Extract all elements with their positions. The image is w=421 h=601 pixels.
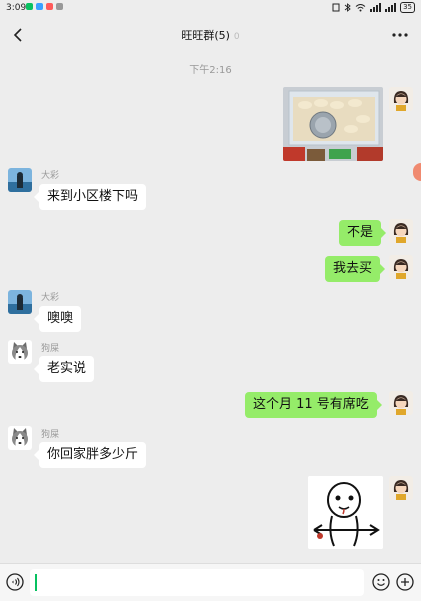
husky-avatar-image — [8, 426, 32, 450]
message-bubble[interactable]: 这个月 11 号有席吃 — [245, 392, 382, 418]
message-input[interactable] — [30, 569, 364, 596]
image-message[interactable] — [283, 87, 383, 161]
notification-icons — [26, 3, 63, 10]
sender-avatar[interactable] — [8, 290, 32, 314]
status-bar: 3:09 35 — [0, 0, 421, 18]
floating-side-tab[interactable] — [413, 163, 421, 181]
wifi-icon — [355, 4, 366, 12]
message-timestamp: 下午2:16 — [189, 65, 232, 76]
mute-indicator: 0 — [233, 32, 240, 42]
text-cursor — [35, 574, 37, 591]
voice-button[interactable] — [6, 573, 24, 591]
sender-avatar[interactable] — [8, 340, 32, 364]
message-bubble[interactable]: 老实说 — [33, 356, 95, 382]
app-notification-icon — [46, 3, 53, 10]
app-notification-icon — [56, 3, 63, 10]
message-bubble[interactable]: 我去买 — [325, 256, 386, 282]
landscape-avatar-image — [8, 168, 32, 192]
girl-avatar-image — [389, 255, 413, 279]
food-photo — [283, 87, 383, 161]
stickman-arrow-sticker — [308, 476, 383, 549]
girl-avatar-image — [389, 476, 413, 500]
signal-icon — [385, 3, 397, 12]
sender-name: 大彩 — [41, 293, 60, 303]
app-notification-icon — [36, 3, 43, 10]
wechat-notification-icon — [26, 3, 33, 10]
sender-name: 大彩 — [41, 171, 60, 181]
message-bubble[interactable]: 你回家胖多少斤 — [33, 442, 147, 468]
sticker-message[interactable] — [308, 476, 383, 549]
alarm-icon — [332, 3, 340, 12]
chat-header: 旺旺群(5) 0 — [0, 18, 421, 52]
sender-name: 狗屎 — [41, 344, 60, 354]
husky-avatar-image — [8, 340, 32, 364]
girl-avatar-image — [389, 219, 413, 243]
sender-avatar[interactable] — [8, 168, 32, 192]
more-button[interactable] — [389, 24, 411, 46]
plus-icon — [396, 573, 414, 591]
my-avatar[interactable] — [389, 219, 413, 243]
status-time: 3:09 — [6, 3, 27, 13]
my-avatar[interactable] — [389, 476, 413, 500]
sender-avatar[interactable] — [8, 426, 32, 450]
message-bubble[interactable]: 噢噢 — [33, 306, 82, 332]
emoji-button[interactable] — [372, 573, 390, 591]
chat-title-text: 旺旺群(5) — [181, 29, 230, 42]
more-functions-button[interactable] — [396, 573, 414, 591]
chat-title: 旺旺群(5) 0 — [0, 27, 421, 43]
status-right: 35 — [332, 2, 415, 13]
emoji-icon — [372, 573, 390, 591]
landscape-avatar-image — [8, 290, 32, 314]
input-bar — [0, 563, 421, 601]
voice-icon — [6, 573, 24, 591]
sender-name: 狗屎 — [41, 430, 60, 440]
my-avatar[interactable] — [389, 255, 413, 279]
girl-avatar-image — [389, 391, 413, 415]
bluetooth-icon — [344, 3, 351, 12]
battery-icon: 35 — [400, 2, 415, 13]
my-avatar[interactable] — [389, 87, 413, 111]
signal-icon — [370, 3, 382, 12]
more-icon — [392, 33, 408, 37]
girl-avatar-image — [389, 87, 413, 111]
my-avatar[interactable] — [389, 391, 413, 415]
message-bubble[interactable]: 来到小区楼下吗 — [33, 184, 147, 210]
message-bubble[interactable]: 不是 — [339, 220, 387, 246]
